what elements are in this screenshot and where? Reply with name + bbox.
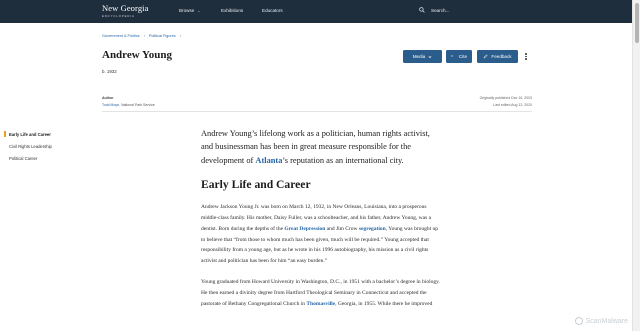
toc-item-civil-rights[interactable]: Civil Rights Leadership — [9, 144, 52, 149]
lead-text-end: ’s reputation as an international city. — [282, 155, 404, 165]
article-body: Andrew Young’s lifelong work as a politi… — [201, 127, 441, 309]
feedback-button[interactable]: Feedback — [477, 50, 518, 63]
watermark-logo-icon — [574, 317, 583, 325]
toc-item-early-life[interactable]: Early Life and Career — [9, 132, 51, 137]
logo-title: New Georgia — [102, 3, 149, 13]
toc-item-political-career[interactable]: Political Career — [9, 156, 37, 161]
pencil-icon — [484, 54, 489, 59]
search-input[interactable]: Search... — [419, 7, 449, 13]
published-date: Originally published Dec 16, 2003 — [479, 96, 532, 100]
more-options-icon[interactable] — [522, 51, 530, 62]
body-text: and Jim Crow — [325, 225, 359, 232]
author-byline: Todd Moye, National Park Service — [102, 103, 155, 107]
author-link[interactable]: Todd Moye — [102, 103, 119, 107]
search-placeholder: Search... — [431, 7, 450, 13]
edited-date: Last edited Aug 12, 2020 — [493, 103, 532, 107]
breadcrumb-separator: › — [179, 34, 181, 38]
breadcrumb-item-government-politics[interactable]: Government & Politics — [102, 34, 140, 38]
breadcrumb: Government & Politics › Political Figures › — [102, 34, 185, 38]
top-nav-bar: New Georgia ENCYCLOPEDIA Browse ⌄ Exhibit… — [0, 0, 632, 23]
divider — [102, 111, 532, 112]
watermark: ScanMalware — [574, 317, 628, 325]
page-title: Andrew Young — [102, 49, 172, 61]
logo-subtitle: ENCYCLOPEDIA — [102, 14, 135, 18]
breadcrumb-separator: › — [143, 34, 145, 38]
thomasville-link[interactable]: Thomasville — [306, 301, 335, 307]
nav-educators[interactable]: Educators — [262, 8, 283, 13]
media-button-label: Media — [412, 54, 426, 59]
breadcrumb-item-political-figures[interactable]: Political Figures — [149, 34, 176, 38]
nav-browse-label: Browse — [179, 8, 195, 13]
atlanta-link[interactable]: Atlanta — [255, 156, 282, 165]
birth-year: b. 1932 — [102, 69, 117, 74]
author-affiliation: , National Park Service — [119, 103, 155, 107]
cite-button-label: Cite — [458, 54, 468, 59]
nav-browse[interactable]: Browse ⌄ — [179, 8, 201, 13]
body-text: , Georgia, in 1955. While there he impro… — [335, 300, 433, 307]
toc-active-marker — [4, 131, 6, 137]
watermark-text: ScanMalware — [585, 317, 628, 325]
author-label: Author — [102, 96, 114, 100]
segregation-link[interactable]: segregation — [359, 226, 386, 232]
media-button[interactable]: Media — [403, 50, 442, 63]
cite-button[interactable]: “ Cite — [446, 50, 472, 63]
svg-text:“: “ — [451, 54, 454, 59]
quote-icon: “ — [451, 54, 454, 59]
site-logo[interactable]: New Georgia ENCYCLOPEDIA — [102, 3, 149, 19]
search-icon — [419, 7, 425, 13]
page-scrollbar[interactable] — [632, 0, 640, 331]
great-depression-link[interactable]: Great Depression — [284, 226, 325, 232]
body-paragraph: Andrew Jackson Young Jr. was born on Mar… — [201, 202, 441, 267]
lead-paragraph: Andrew Young’s lifelong work as a politi… — [201, 127, 441, 167]
scrollbar-thumb[interactable] — [635, 3, 639, 43]
feedback-button-label: Feedback — [491, 54, 512, 59]
body-paragraph: Young graduated from Howard University i… — [201, 277, 441, 309]
section-heading: Early Life and Career — [201, 178, 311, 192]
chevron-down-icon: ⌄ — [197, 8, 201, 13]
nav-exhibitions[interactable]: Exhibitions — [221, 8, 243, 13]
chevron-down-icon — [428, 55, 432, 58]
